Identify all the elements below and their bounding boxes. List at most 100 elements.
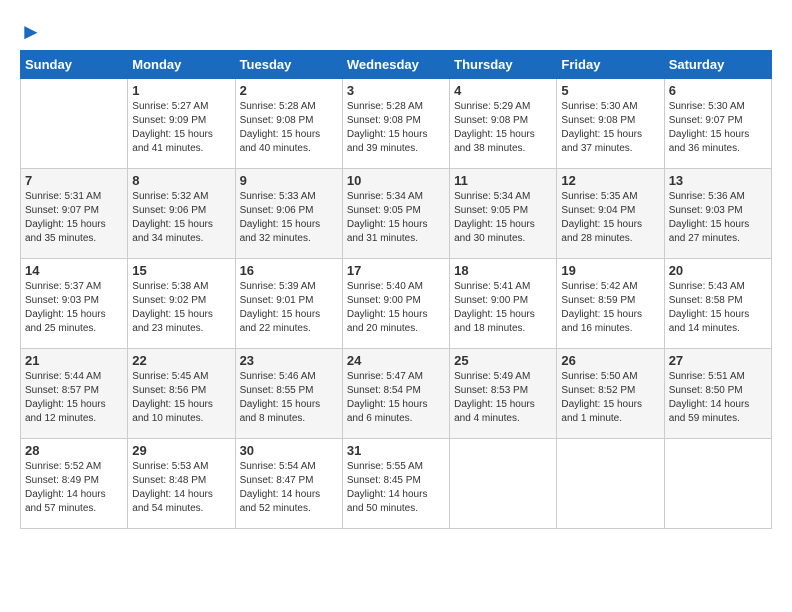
calendar-cell: 21 Sunrise: 5:44 AM Sunset: 8:57 PM Dayli… <box>21 349 128 439</box>
day-number: 24 <box>347 353 445 368</box>
calendar-cell: 24 Sunrise: 5:47 AM Sunset: 8:54 PM Dayli… <box>342 349 449 439</box>
day-info: Sunrise: 5:27 AM Sunset: 9:09 PM Dayligh… <box>132 100 230 156</box>
calendar-week-row: 28 Sunrise: 5:52 AM Sunset: 8:49 PM Dayli… <box>21 439 772 529</box>
day-number: 7 <box>25 173 123 188</box>
calendar-cell <box>664 439 771 529</box>
calendar-cell: 16Sunrise: 5:39 AM Sunset: 9:01 PM Dayli… <box>235 259 342 349</box>
day-info: Sunrise: 5:37 AM Sunset: 9:03 PM Dayligh… <box>25 280 123 336</box>
day-number: 5 <box>561 83 659 98</box>
calendar-cell: 10 Sunrise: 5:34 AM Sunset: 9:05 PM Dayli… <box>342 169 449 259</box>
day-info: Sunrise: 5:30 AM Sunset: 9:08 PM Dayligh… <box>561 100 659 156</box>
day-number: 25 <box>454 353 552 368</box>
calendar-cell: 1 Sunrise: 5:27 AM Sunset: 9:09 PM Daylig… <box>128 79 235 169</box>
day-info: Sunrise: 5:41 AM Sunset: 9:00 PM Dayligh… <box>454 280 552 336</box>
day-number: 16 <box>240 263 338 278</box>
day-number: 14 <box>25 263 123 278</box>
day-info: Sunrise: 5:44 AM Sunset: 8:57 PM Dayligh… <box>25 370 123 426</box>
day-number: 9 <box>240 173 338 188</box>
calendar-cell: 26 Sunrise: 5:50 AM Sunset: 8:52 PM Dayli… <box>557 349 664 439</box>
calendar-cell: 20 Sunrise: 5:43 AM Sunset: 8:58 PM Dayli… <box>664 259 771 349</box>
day-number: 27 <box>669 353 767 368</box>
page-header: ► <box>20 20 772 40</box>
day-info: Sunrise: 5:49 AM Sunset: 8:53 PM Dayligh… <box>454 370 552 426</box>
calendar-cell: 19Sunrise: 5:42 AM Sunset: 8:59 PM Dayli… <box>557 259 664 349</box>
day-info: Sunrise: 5:53 AM Sunset: 8:48 PM Dayligh… <box>132 460 230 516</box>
calendar-cell: 29 Sunrise: 5:53 AM Sunset: 8:48 PM Dayli… <box>128 439 235 529</box>
calendar-cell: 28 Sunrise: 5:52 AM Sunset: 8:49 PM Dayli… <box>21 439 128 529</box>
day-info: Sunrise: 5:54 AM Sunset: 8:47 PM Dayligh… <box>240 460 338 516</box>
day-info: Sunrise: 5:35 AM Sunset: 9:04 PM Dayligh… <box>561 190 659 246</box>
day-info: Sunrise: 5:38 AM Sunset: 9:02 PM Dayligh… <box>132 280 230 336</box>
day-info: Sunrise: 5:47 AM Sunset: 8:54 PM Dayligh… <box>347 370 445 426</box>
day-info: Sunrise: 5:46 AM Sunset: 8:55 PM Dayligh… <box>240 370 338 426</box>
day-info: Sunrise: 5:29 AM Sunset: 9:08 PM Dayligh… <box>454 100 552 156</box>
weekday-header: Monday <box>128 51 235 79</box>
day-number: 30 <box>240 443 338 458</box>
calendar-week-row: 14 Sunrise: 5:37 AM Sunset: 9:03 PM Dayli… <box>21 259 772 349</box>
day-info: Sunrise: 5:34 AM Sunset: 9:05 PM Dayligh… <box>347 190 445 246</box>
day-info: Sunrise: 5:55 AM Sunset: 8:45 PM Dayligh… <box>347 460 445 516</box>
day-info: Sunrise: 5:34 AM Sunset: 9:05 PM Dayligh… <box>454 190 552 246</box>
calendar-week-row: 21 Sunrise: 5:44 AM Sunset: 8:57 PM Dayli… <box>21 349 772 439</box>
day-info: Sunrise: 5:28 AM Sunset: 9:08 PM Dayligh… <box>347 100 445 156</box>
day-number: 20 <box>669 263 767 278</box>
calendar-week-row: 7 Sunrise: 5:31 AM Sunset: 9:07 PM Daylig… <box>21 169 772 259</box>
calendar-cell: 14 Sunrise: 5:37 AM Sunset: 9:03 PM Dayli… <box>21 259 128 349</box>
day-number: 11 <box>454 173 552 188</box>
day-number: 2 <box>240 83 338 98</box>
day-number: 1 <box>132 83 230 98</box>
calendar-cell: 6 Sunrise: 5:30 AM Sunset: 9:07 PM Daylig… <box>664 79 771 169</box>
day-number: 8 <box>132 173 230 188</box>
day-info: Sunrise: 5:30 AM Sunset: 9:07 PM Dayligh… <box>669 100 767 156</box>
day-number: 6 <box>669 83 767 98</box>
day-number: 17 <box>347 263 445 278</box>
day-info: Sunrise: 5:45 AM Sunset: 8:56 PM Dayligh… <box>132 370 230 426</box>
day-number: 12 <box>561 173 659 188</box>
calendar-week-row: 1 Sunrise: 5:27 AM Sunset: 9:09 PM Daylig… <box>21 79 772 169</box>
calendar-cell: 31 Sunrise: 5:55 AM Sunset: 8:45 PM Dayli… <box>342 439 449 529</box>
day-info: Sunrise: 5:32 AM Sunset: 9:06 PM Dayligh… <box>132 190 230 246</box>
day-info: Sunrise: 5:33 AM Sunset: 9:06 PM Dayligh… <box>240 190 338 246</box>
calendar-cell: 4Sunrise: 5:29 AM Sunset: 9:08 PM Daylig… <box>450 79 557 169</box>
day-number: 28 <box>25 443 123 458</box>
day-number: 10 <box>347 173 445 188</box>
calendar-table: SundayMondayTuesdayWednesdayThursdayFrid… <box>20 50 772 529</box>
calendar-cell: 12 Sunrise: 5:35 AM Sunset: 9:04 PM Dayli… <box>557 169 664 259</box>
calendar-cell <box>557 439 664 529</box>
calendar-cell: 17Sunrise: 5:40 AM Sunset: 9:00 PM Dayli… <box>342 259 449 349</box>
calendar-cell: 3 Sunrise: 5:28 AM Sunset: 9:08 PM Daylig… <box>342 79 449 169</box>
weekday-header: Tuesday <box>235 51 342 79</box>
calendar-cell: 25 Sunrise: 5:49 AM Sunset: 8:53 PM Dayli… <box>450 349 557 439</box>
day-info: Sunrise: 5:31 AM Sunset: 9:07 PM Dayligh… <box>25 190 123 246</box>
day-number: 3 <box>347 83 445 98</box>
day-info: Sunrise: 5:42 AM Sunset: 8:59 PM Dayligh… <box>561 280 659 336</box>
calendar-cell: 13Sunrise: 5:36 AM Sunset: 9:03 PM Dayli… <box>664 169 771 259</box>
calendar-cell: 9 Sunrise: 5:33 AM Sunset: 9:06 PM Daylig… <box>235 169 342 259</box>
day-number: 31 <box>347 443 445 458</box>
day-number: 13 <box>669 173 767 188</box>
day-info: Sunrise: 5:43 AM Sunset: 8:58 PM Dayligh… <box>669 280 767 336</box>
day-number: 29 <box>132 443 230 458</box>
weekday-header: Saturday <box>664 51 771 79</box>
calendar-cell: 5 Sunrise: 5:30 AM Sunset: 9:08 PM Daylig… <box>557 79 664 169</box>
calendar-cell: 23Sunrise: 5:46 AM Sunset: 8:55 PM Dayli… <box>235 349 342 439</box>
weekday-header: Wednesday <box>342 51 449 79</box>
logo: ► <box>20 20 42 40</box>
calendar-header-row: SundayMondayTuesdayWednesdayThursdayFrid… <box>21 51 772 79</box>
calendar-cell: 8 Sunrise: 5:32 AM Sunset: 9:06 PM Daylig… <box>128 169 235 259</box>
calendar-cell: 22 Sunrise: 5:45 AM Sunset: 8:56 PM Dayli… <box>128 349 235 439</box>
day-info: Sunrise: 5:51 AM Sunset: 8:50 PM Dayligh… <box>669 370 767 426</box>
logo-text: ► <box>20 20 42 44</box>
weekday-header: Friday <box>557 51 664 79</box>
day-info: Sunrise: 5:50 AM Sunset: 8:52 PM Dayligh… <box>561 370 659 426</box>
calendar-cell <box>21 79 128 169</box>
day-number: 26 <box>561 353 659 368</box>
calendar-cell: 15Sunrise: 5:38 AM Sunset: 9:02 PM Dayli… <box>128 259 235 349</box>
weekday-header: Sunday <box>21 51 128 79</box>
calendar-cell: 30 Sunrise: 5:54 AM Sunset: 8:47 PM Dayli… <box>235 439 342 529</box>
day-number: 18 <box>454 263 552 278</box>
day-number: 22 <box>132 353 230 368</box>
day-info: Sunrise: 5:52 AM Sunset: 8:49 PM Dayligh… <box>25 460 123 516</box>
calendar-cell: 2Sunrise: 5:28 AM Sunset: 9:08 PM Daylig… <box>235 79 342 169</box>
day-number: 21 <box>25 353 123 368</box>
